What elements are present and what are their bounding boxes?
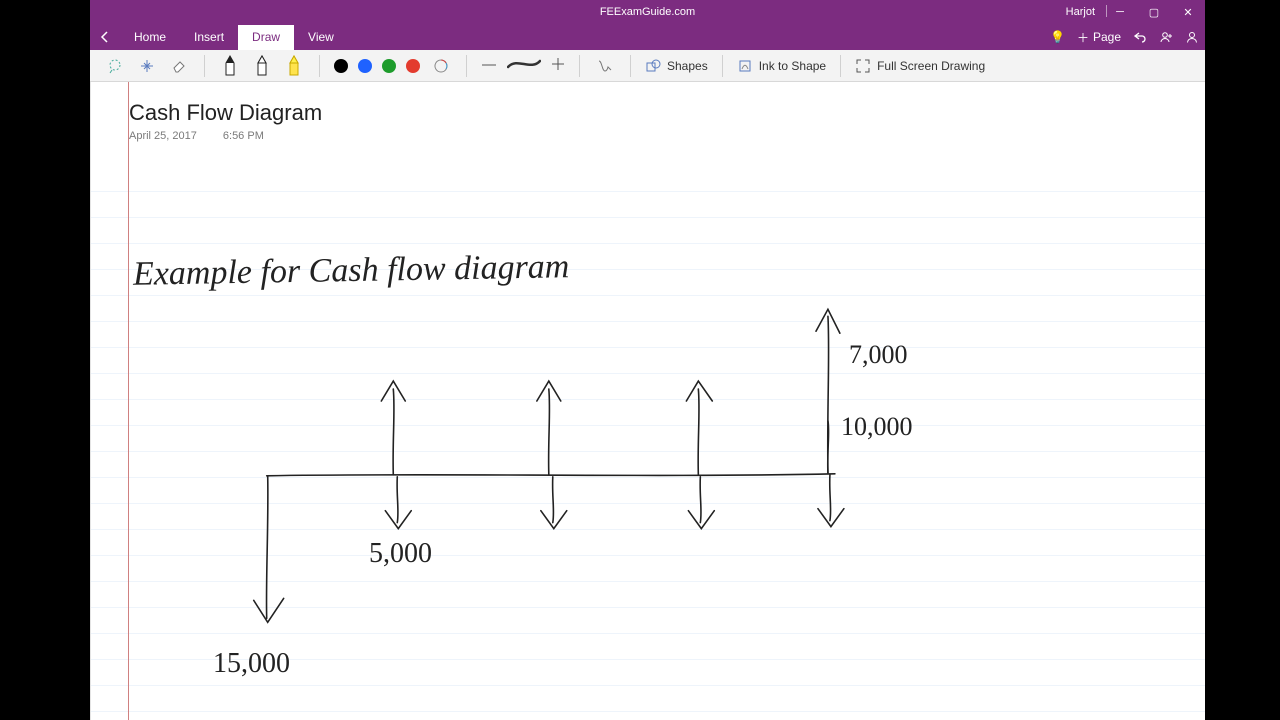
ink-to-shape-button[interactable]: Ink to Shape <box>737 58 826 74</box>
person-plus-icon <box>1159 30 1173 44</box>
app-window: FEExamGuide.com Harjot ─ ▢ ✕ Home Insert… <box>90 0 1205 720</box>
back-button[interactable] <box>90 24 120 50</box>
lasso-select-icon[interactable] <box>104 54 126 78</box>
shapes-button[interactable]: Shapes <box>645 58 708 74</box>
label-10000: 10,000 <box>841 412 913 442</box>
add-page-button[interactable]: ＋ Page <box>1077 29 1121 46</box>
handwriting-heading: Example for Cash flow diagram <box>133 248 570 294</box>
user-name[interactable]: Harjot <box>1066 6 1095 18</box>
page-title[interactable]: Cash Flow Diagram <box>129 100 322 126</box>
minimize-button[interactable]: ─ <box>1103 0 1137 24</box>
ribbon-tabs: Home Insert Draw View 💡 ＋ Page <box>90 24 1205 50</box>
fullscreen-icon <box>855 58 871 74</box>
share-people-icon[interactable] <box>1159 30 1173 44</box>
color-blue[interactable] <box>358 59 372 73</box>
highlighter[interactable] <box>283 54 305 78</box>
shapes-label: Shapes <box>667 59 708 73</box>
pen-black[interactable] <box>219 54 241 78</box>
ink-to-shape-icon <box>737 58 753 74</box>
tell-me-icon[interactable]: 💡 <box>1050 30 1065 44</box>
page-meta: April 25, 2017 6:56 PM <box>129 130 264 142</box>
window-title: FEExamGuide.com <box>90 6 1205 18</box>
label-7000: 7,000 <box>849 340 908 370</box>
person-icon <box>1185 30 1199 44</box>
eraser-icon[interactable] <box>168 54 190 78</box>
fullscreen-drawing-button[interactable]: Full Screen Drawing <box>855 58 985 74</box>
tab-insert[interactable]: Insert <box>180 25 238 50</box>
tab-view[interactable]: View <box>294 25 348 50</box>
undo-icon <box>1133 30 1147 44</box>
panning-hand-icon[interactable] <box>136 54 158 78</box>
draw-toolbar: Shapes Ink to Shape Full Screen Drawing <box>90 50 1205 82</box>
ink-to-shape-label: Ink to Shape <box>759 59 826 73</box>
account-icon[interactable] <box>1185 30 1199 44</box>
tab-home[interactable]: Home <box>120 25 180 50</box>
fullscreen-label: Full Screen Drawing <box>877 59 985 73</box>
page-time: 6:56 PM <box>223 130 264 142</box>
maximize-button[interactable]: ▢ <box>1137 0 1171 24</box>
label-15000: 15,000 <box>213 648 290 680</box>
color-green[interactable] <box>382 59 396 73</box>
pen-outline[interactable] <box>251 54 273 78</box>
margin-line <box>128 82 129 720</box>
thin-stroke-icon[interactable] <box>481 58 497 73</box>
color-red[interactable] <box>406 59 420 73</box>
tab-draw[interactable]: Draw <box>238 25 294 50</box>
label-5000: 5,000 <box>369 538 432 570</box>
color-black[interactable] <box>334 59 348 73</box>
ribbon-right-controls: 💡 ＋ Page <box>1050 24 1199 50</box>
undo-button[interactable] <box>1133 30 1147 44</box>
color-picker-icon[interactable] <box>430 54 452 78</box>
thick-stroke-icon[interactable] <box>551 57 565 74</box>
add-page-label: Page <box>1093 30 1121 44</box>
title-bar: FEExamGuide.com Harjot ─ ▢ ✕ <box>90 0 1205 24</box>
chevron-left-icon <box>98 30 112 44</box>
stroke-preview-icon[interactable] <box>507 58 541 73</box>
page-date: April 25, 2017 <box>129 130 197 142</box>
shapes-icon <box>645 58 661 74</box>
ink-to-math-icon[interactable] <box>594 54 616 78</box>
close-button[interactable]: ✕ <box>1171 0 1205 24</box>
page-canvas[interactable]: Cash Flow Diagram April 25, 2017 6:56 PM… <box>90 82 1205 720</box>
